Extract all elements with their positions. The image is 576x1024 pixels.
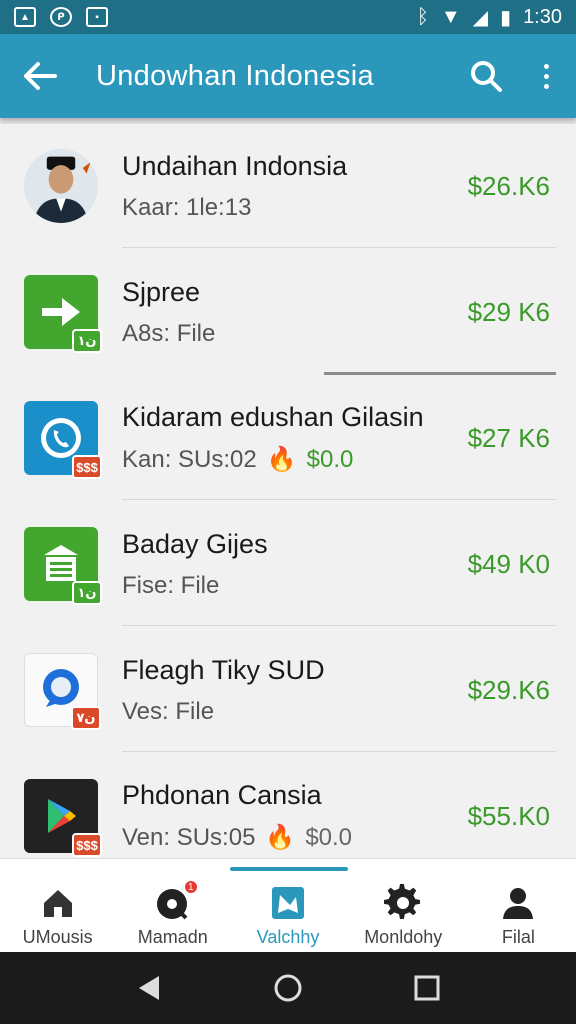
share-app-icon (268, 883, 308, 923)
signal-icon: ◢ (472, 6, 489, 29)
item-sub-price: $0.0 (306, 445, 354, 473)
messenger-icon: ᑭ (50, 7, 72, 27)
back-button[interactable] (20, 56, 60, 96)
item-title: Phdonan Cansia (122, 780, 322, 810)
flame-icon: 🔥 (266, 446, 297, 473)
item-price: $26.K6 (467, 170, 550, 201)
item-subtitle: Kaar: 1le:13 (122, 193, 252, 221)
play-app-icon: $$$ (24, 779, 102, 857)
scroll-indicator[interactable] (324, 372, 556, 375)
item-badge: ن٧ (71, 706, 101, 730)
item-price: $55.K0 (467, 800, 550, 831)
phone-app-icon: $$$ (24, 401, 102, 479)
notification-badge: 1 (182, 879, 199, 895)
nav-label: Valchhy (256, 927, 320, 947)
nav-item-home[interactable]: UMousis (0, 859, 115, 952)
item-title: Baday Gijes (122, 528, 268, 559)
nav-label: Mamadn (137, 927, 208, 947)
image-icon: ▲ (14, 7, 36, 27)
more-vert-icon[interactable] (536, 56, 556, 96)
item-title: Sjpree (122, 276, 201, 307)
nav-item-share[interactable]: Valchhy (230, 859, 345, 952)
bottom-nav: UMousis 1 Mamadn Valchhy Monldohy Filal (0, 858, 576, 952)
back-triangle-icon (139, 976, 160, 1000)
page-title: Undowhan Indonesia (96, 59, 374, 92)
item-price: $49 K0 (467, 548, 550, 579)
list-item[interactable]: $$$ Kidaram edushan Gilasin Kan: SUs:02 … (0, 376, 576, 500)
music-icon: 1 (153, 879, 199, 923)
system-nav-bar (0, 952, 576, 1024)
back-arrow-icon (24, 62, 57, 90)
nav-label: Filal (501, 927, 535, 947)
search-icon (471, 61, 502, 92)
divider (122, 247, 556, 248)
item-subtitle: Kan: SUs:02 (122, 445, 257, 473)
nav-item-settings[interactable]: Monldohy (346, 859, 461, 952)
battery-icon: ▮ (500, 6, 512, 29)
nav-item-music[interactable]: 1 Mamadn (115, 859, 230, 952)
chat-app-icon: ن٧ (24, 653, 101, 730)
item-title: Undaihan Indonsia (122, 150, 348, 181)
divider (122, 499, 556, 500)
item-subtitle: Fise: File (122, 571, 220, 599)
system-back-button[interactable] (129, 968, 169, 1008)
item-subtitle: Ven: SUs:05 (122, 823, 256, 851)
home-circle-icon (274, 974, 302, 1002)
status-time: 1:30 (523, 5, 562, 28)
settings-icon (383, 883, 423, 923)
item-price: $29.K6 (467, 674, 550, 705)
item-title: Fleagh Tiky SUD (122, 654, 325, 685)
home-icon (38, 883, 78, 923)
item-badge: $$$ (72, 455, 102, 479)
system-home-button[interactable] (268, 968, 308, 1008)
item-price: $29 K6 (467, 296, 550, 327)
arrow-app-icon: ن١ (24, 275, 102, 353)
avatar (24, 149, 98, 223)
item-subtitle: A8s: File (122, 319, 216, 347)
item-price: $27 K6 (467, 422, 550, 453)
search-button[interactable] (466, 56, 506, 96)
item-title: Kidaram edushan Gilasin (122, 402, 424, 432)
app-bar: Undowhan Indonesia (0, 34, 576, 118)
item-badge: ن١ (72, 329, 102, 353)
photo-icon: ▪ (86, 7, 108, 27)
list-item[interactable]: ن٧ Fleagh Tiky SUD Ves: File $29.K6 (0, 628, 576, 752)
item-badge: ن١ (72, 581, 102, 605)
item-subtitle: Ves: File (122, 697, 215, 725)
status-bar: ▲ ᑭ ▪ ᛒ ▼ ◢ ▮ 1:30 (0, 0, 576, 34)
system-recents-button[interactable] (407, 968, 447, 1008)
item-badge: $$$ (72, 833, 102, 857)
recents-square-icon (414, 975, 440, 1001)
document-app-icon: ن١ (24, 527, 102, 605)
list-item[interactable]: ن١ Baday Gijes Fise: File $49 K0 (0, 502, 576, 626)
list-item[interactable]: Undaihan Indonsia Kaar: 1le:13 $26.K6 (0, 124, 576, 248)
bluetooth-icon: ᛒ (416, 5, 429, 28)
divider (122, 751, 556, 752)
divider (122, 625, 556, 626)
nav-item-profile[interactable]: Filal (461, 859, 576, 952)
nav-label: Monldohy (364, 927, 443, 947)
app-list: Undaihan Indonsia Kaar: 1le:13 $26.K6 ن١… (0, 124, 576, 858)
person-icon (498, 883, 538, 923)
nav-label: UMousis (22, 927, 93, 947)
item-sub-price: $0.0 (305, 823, 353, 851)
flame-icon: 🔥 (265, 824, 296, 851)
list-item[interactable]: ن١ Sjpree A8s: File $29 K6 (0, 250, 576, 374)
wifi-icon: ▼ (440, 5, 461, 28)
